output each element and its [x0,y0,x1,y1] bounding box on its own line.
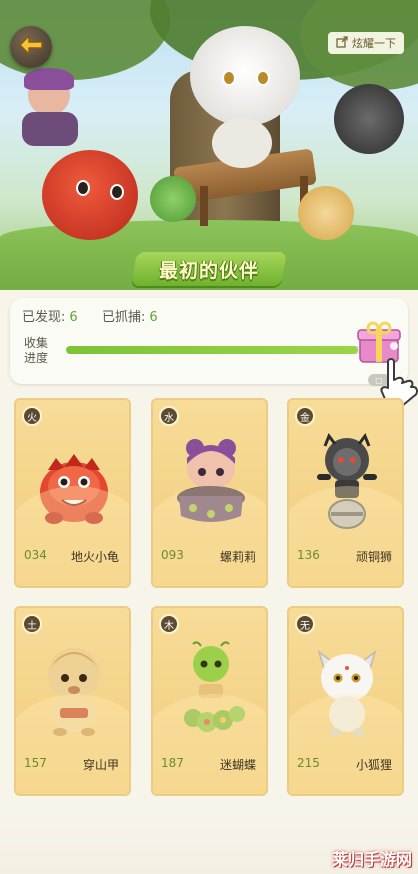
pet-number: 215 [297,756,320,770]
pet-name: 迷蝴蝶 [219,758,256,772]
pet-card[interactable]: 金 136 顽铜狮 [287,398,404,588]
progress-label: 收集进度 [24,336,49,365]
pet-number: 093 [161,548,184,562]
pet-name: 穿山甲 [82,758,119,772]
pet-number: 157 [24,756,47,770]
pet-name: 顽铜狮 [355,550,392,564]
little-fox-pet-image [307,638,387,738]
progress-fill [66,346,359,354]
captured-label: 已抓捕: [102,310,146,325]
back-button[interactable] [10,26,52,68]
creature-pot [22,112,78,146]
collection-progress-bar [66,346,364,354]
creature-white-fox [190,26,300,126]
pet-number: 187 [161,756,184,770]
page-title: 最初的伙伴 [158,259,259,282]
creature-eye [256,70,270,86]
element-badge-metal: 金 [295,406,315,426]
bench-leg [200,186,208,226]
discovered-label: 已发现: [22,310,66,325]
creature-dark-lion [334,84,404,154]
creature-red-dragon [42,150,138,240]
pet-name: 地火小龟 [70,550,119,564]
element-badge-none: 无 [295,614,315,634]
creature-eye [110,184,124,200]
butterfly-worm-pet-image [171,638,251,738]
share-button[interactable]: 炫耀一下 [328,32,404,54]
pet-number: 136 [297,548,320,562]
pet-card[interactable]: 水 093 螺莉莉 [151,398,268,588]
red-dragon-pet-image [34,430,114,530]
captured-stat: 已抓捕: 6 [102,306,158,325]
arrow-left-icon [18,34,44,60]
element-badge-fire: 火 [22,406,42,426]
pet-card[interactable]: 火 034 地火小龟 [14,398,131,588]
watermark: 莱归手游网 [331,850,412,869]
pangolin-pet-image [34,638,114,738]
creature-pangolin [298,186,354,240]
share-icon [336,35,348,51]
creature-eye [222,70,236,86]
creature-green-worm [150,176,196,222]
bronze-lion-pet-image [307,430,387,530]
creature-fox-body [212,118,272,168]
pet-number: 034 [24,548,47,562]
creature-girl-hair [24,68,74,90]
pet-card[interactable]: 木 187 迷蝴蝶 [151,606,268,796]
pet-name: 螺莉莉 [219,550,256,564]
pet-card[interactable]: 无 215 小狐狸 [287,606,404,796]
discovered-stat: 已发现: 6 [22,306,78,325]
element-badge-wood: 木 [159,614,179,634]
shell-girl-pet-image [171,430,251,530]
collection-stats-panel: 已发现: 6 已抓捕: 6 收集进度 [10,298,408,384]
share-label: 炫耀一下 [352,37,396,50]
pet-card[interactable]: 土 157 穿山甲 [14,606,131,796]
captured-count: 6 [149,310,158,325]
element-badge-water: 水 [159,406,179,426]
element-badge-earth: 土 [22,614,42,634]
creature-eye [76,180,90,196]
pet-name: 小狐狸 [355,758,392,772]
discovered-count: 6 [69,310,78,325]
